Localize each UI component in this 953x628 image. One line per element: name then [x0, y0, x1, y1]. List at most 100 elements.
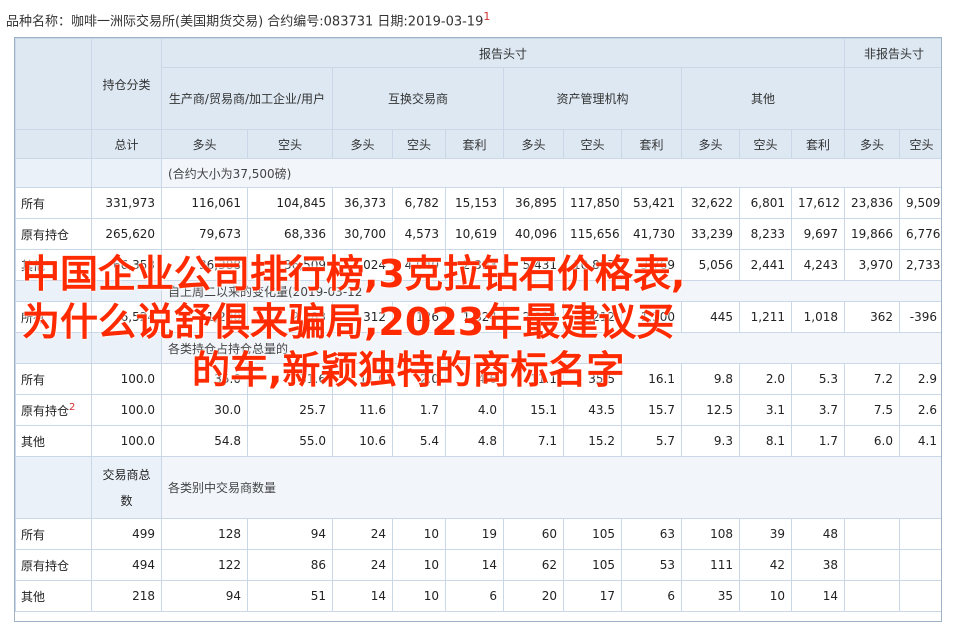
table-cell: 1,200 [161, 301, 248, 333]
footnote-mark: 2 [69, 401, 76, 413]
header-producer-short: 空头 [247, 129, 333, 159]
section-blank [91, 280, 162, 302]
table-cell: 116,061 [161, 187, 248, 219]
row-label: 其他 [15, 249, 92, 281]
row-label-text: 原有持仓 [21, 227, 70, 242]
row-label: 原有持仓 [15, 218, 92, 250]
row-label-text: 其他 [21, 589, 46, 604]
footnote-mark: 1 [483, 10, 491, 23]
table-cell: 14 [445, 549, 504, 581]
table-cell: 4.1 [898, 425, 941, 457]
header-asset-short: 空头 [563, 129, 622, 159]
table-cell: 32,622 [681, 187, 740, 219]
table-cell: 94 [247, 518, 333, 550]
header-swap-spread: 套利 [445, 129, 504, 159]
cot-report-table-frame: 持仓分类 报告头寸 非报告头寸 生产商/贸易商/加工企业/用户 互换交易商 资产… [14, 37, 942, 622]
header-swap-dealers: 互换交易商 [332, 67, 504, 130]
table-cell: 62 [503, 549, 564, 581]
table-cell: 6,782 [392, 187, 446, 219]
header-position-class: 持仓分类 [91, 38, 162, 130]
table-cell: 51 [247, 580, 333, 612]
table-cell: 4,040 [392, 249, 446, 281]
table-cell: 55.0 [247, 425, 333, 457]
table-cell: 7.2 [844, 363, 900, 395]
table-cell: 362 [844, 301, 900, 333]
header-row-1: 持仓分类 报告头寸 非报告头寸 [15, 38, 941, 130]
table-cell: 53 [621, 549, 682, 581]
table-cell: 10.6 [332, 425, 393, 457]
table-cell: 36,388 [161, 249, 248, 281]
table-cell: 1,018 [791, 301, 845, 333]
table-cell: 111 [681, 549, 740, 581]
header-asset-spread: 套利 [621, 129, 682, 159]
table-cell: 38 [791, 549, 845, 581]
table-cell: 11.6 [332, 394, 393, 426]
table-row: 原有持仓 265,620 79,673 68,336 30,700 4,573 10,619… [15, 218, 941, 250]
header-producer-long: 多头 [161, 129, 248, 159]
table-cell: 8.1 [739, 425, 792, 457]
row-label-text: 原有持仓 [21, 403, 70, 418]
table-cell: 2,441 [739, 249, 792, 281]
table-cell: 5,056 [681, 249, 740, 281]
table-cell: 1.7 [791, 425, 845, 457]
table-cell: 19,866 [844, 218, 900, 250]
table-cell: 31.6 [247, 363, 333, 395]
table-cell: 494 [91, 549, 162, 581]
table-cell: 6,776 [898, 218, 941, 250]
table-cell: 4.0 [445, 394, 504, 426]
table-cell: 445 [681, 301, 740, 333]
table-row: 原有持仓 494 122 86 24 10 14 62 105 53 111 42 38 [15, 549, 941, 581]
header-reporting: 报告头寸 [161, 38, 845, 68]
table-cell: 6,524 [91, 301, 162, 333]
table-cell: 8,233 [739, 218, 792, 250]
table-row: 所有 331,973 116,061 104,845 36,373 6,782 15,153… [15, 187, 941, 219]
row-label: 所有 [15, 518, 92, 550]
header-other-short: 空头 [739, 129, 792, 159]
table-cell: 23,836 [844, 187, 900, 219]
table-cell: 24 [332, 549, 393, 581]
table-row: 所有 499 128 94 24 10 19 60 105 63 108 39 48 [15, 518, 941, 550]
row-label-text: 所有 [21, 310, 46, 325]
section-change: 自上周二以来的变化量(2019-03-12 [15, 280, 941, 302]
table-cell: 104,845 [247, 187, 333, 219]
section-blank [15, 456, 92, 519]
table-cell: 40,096 [503, 218, 564, 250]
header-row-3: 总计 多头 空头 多头 空头 套利 多头 空头 套利 多头 空头 套利 多头 空… [15, 129, 941, 159]
header-asset-long: 多头 [503, 129, 564, 159]
header-non-reporting: 非报告头寸 [843, 38, 941, 68]
row-label-text: 其他 [21, 434, 46, 449]
row-label: 原有持仓2 [15, 394, 92, 426]
table-row: 其他 66,353 36,388 36,509 7,024 4,040 2,393 5,431… [15, 249, 941, 281]
row-label-text: 原有持仓 [21, 558, 70, 573]
row-label: 其他 [15, 580, 92, 612]
trader-count-note: 各类别中交易商数量 [160, 456, 941, 519]
section-blank [91, 332, 162, 364]
table-cell: 105 [563, 549, 622, 581]
row-label: 所有 [15, 187, 92, 219]
table-cell [898, 549, 941, 581]
header-producers: 生产商/贸易商/加工企业/用户 [161, 67, 333, 130]
table-cell: 4.8 [445, 425, 504, 457]
table-cell: 3.1 [739, 394, 792, 426]
header-empty-2 [15, 129, 92, 159]
header-non-reporting-blank [843, 67, 941, 130]
table-cell: 100.0 [91, 425, 162, 457]
header-empty [15, 38, 92, 130]
table-cell: 9,509 [898, 187, 941, 219]
row-label: 所有 [15, 301, 92, 333]
table-cell: 10 [392, 549, 446, 581]
table-cell: 15.2 [563, 425, 622, 457]
section-blank [91, 158, 162, 188]
section-blank [15, 332, 92, 364]
table-cell: 66,353 [91, 249, 162, 281]
table-cell: 2.6 [898, 394, 941, 426]
table-cell [844, 518, 900, 550]
table-cell: 11.0 [332, 363, 393, 395]
table-cell: 30.0 [161, 394, 248, 426]
table-cell: 5,431 [503, 249, 564, 281]
table-cell: 7.5 [844, 394, 900, 426]
table-cell: 9.3 [681, 425, 740, 457]
table-cell: 60 [503, 518, 564, 550]
table-cell: -396 [898, 301, 941, 333]
contract-unit-note: (合约大小为37,500磅) [160, 158, 941, 188]
